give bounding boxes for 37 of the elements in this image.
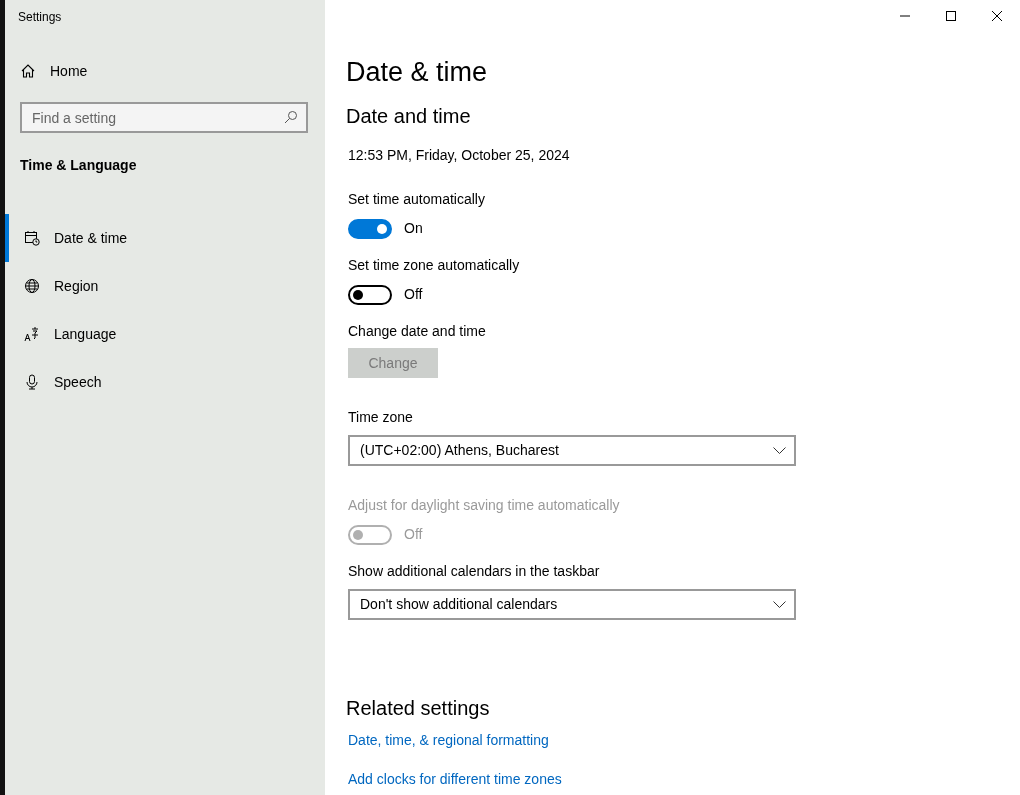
search-field[interactable]: Find a setting <box>20 102 308 133</box>
close-icon <box>992 11 1002 21</box>
sidebar-item[interactable]: Speech <box>5 358 325 406</box>
search-icon <box>284 110 298 124</box>
maximize-icon <box>946 11 956 21</box>
section-heading: Date and time <box>346 104 471 129</box>
toggle-switch[interactable] <box>348 218 392 239</box>
home-icon <box>20 63 36 79</box>
chevron-down-icon <box>773 447 786 454</box>
related-link[interactable]: Date, time, & regional formatting <box>348 730 549 750</box>
setting-label: Set time automatically <box>348 190 485 209</box>
globe-icon <box>24 278 40 294</box>
microphone-icon <box>24 374 40 390</box>
sidebar-item[interactable]: Language <box>5 310 325 358</box>
sidebar-item[interactable]: Region <box>5 262 325 310</box>
setting-label: Adjust for daylight saving time automatically <box>348 496 620 515</box>
setting-label: Show additional calendars in the taskbar <box>348 562 600 581</box>
chevron-down-icon <box>773 601 786 608</box>
section-heading: Time & Language <box>20 156 137 175</box>
setting-label: Change date and time <box>348 322 486 341</box>
page-title: Date & time <box>346 56 488 89</box>
calendar-clock-icon <box>24 230 40 246</box>
setting-label: Set time zone automatically <box>348 256 520 275</box>
section-heading: Related settings <box>346 696 490 721</box>
toggle-switch[interactable] <box>348 284 392 305</box>
toggle-state-text: On <box>404 219 423 238</box>
home-link[interactable]: Home <box>20 59 88 83</box>
toggle-state-text: Off <box>404 285 423 304</box>
sidebar-item[interactable]: Date & time <box>5 214 325 262</box>
related-link[interactable]: Add clocks for different time zones <box>348 769 562 789</box>
toggle-state-text: Off <box>404 525 423 544</box>
window-title: Settings <box>18 10 62 24</box>
current-date-time: 12:53 PM, Friday, October 25, 2024 <box>348 146 570 165</box>
setting-label: Time zone <box>348 408 413 427</box>
dropdown[interactable]: (UTC+02:00) Athens, Bucharest <box>348 435 796 466</box>
language-icon <box>24 326 40 342</box>
dropdown[interactable]: Don't show additional calendars <box>348 589 796 620</box>
